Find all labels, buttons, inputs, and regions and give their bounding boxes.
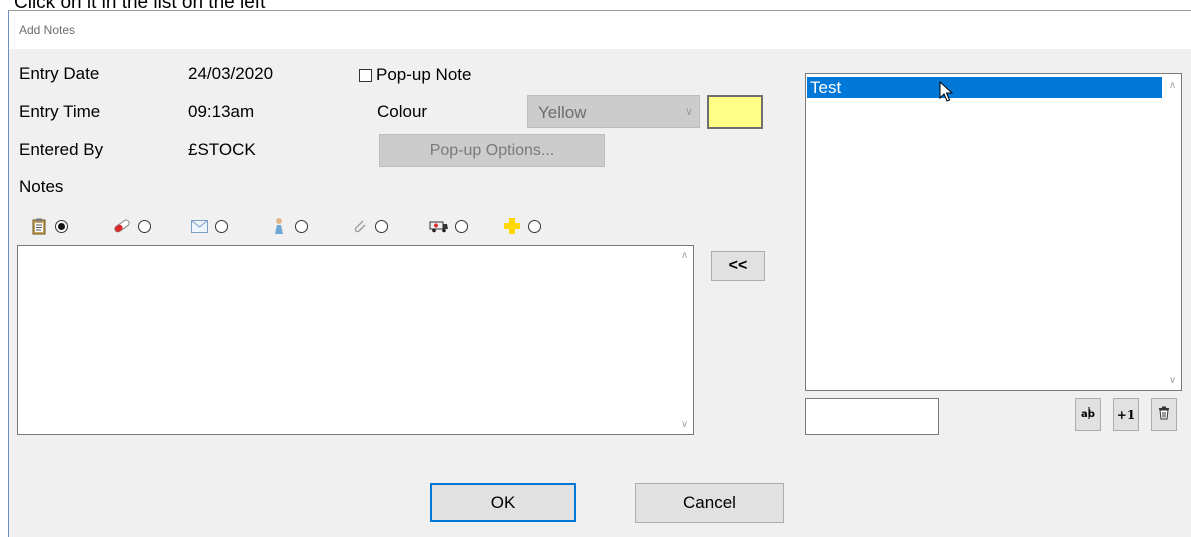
- ok-button[interactable]: OK: [430, 483, 576, 522]
- entry-date-value: 24/03/2020: [188, 64, 274, 83]
- entry-time-value: 09:13am: [188, 102, 255, 121]
- scroll-up-icon[interactable]: ∧: [676, 250, 693, 261]
- edit-entry-button[interactable]: ab: [1075, 398, 1101, 431]
- popup-options-button[interactable]: Pop-up Options...: [379, 134, 605, 167]
- list-item[interactable]: Test: [807, 77, 1162, 98]
- colour-select[interactable]: Yellow ∨: [527, 95, 700, 128]
- scroll-down-icon[interactable]: ∨: [676, 419, 693, 430]
- popup-note-checkbox[interactable]: Pop-up Note: [359, 65, 471, 85]
- svg-text:ab: ab: [1081, 409, 1095, 420]
- move-to-notes-button[interactable]: <<: [711, 251, 765, 281]
- trash-icon: [1158, 406, 1170, 423]
- checkbox-box[interactable]: [359, 68, 372, 82]
- category-option-ambulance[interactable]: [429, 217, 468, 235]
- mouse-pointer-icon: [939, 80, 954, 108]
- category-radio[interactable]: [55, 219, 68, 233]
- category-radio[interactable]: [138, 219, 151, 233]
- title-bar[interactable]: Add Notes: [9, 11, 1191, 49]
- cancel-button[interactable]: Cancel: [635, 483, 784, 523]
- category-option-attachment[interactable]: [349, 217, 388, 235]
- category-option-medication[interactable]: [112, 217, 151, 235]
- person-icon: [269, 217, 289, 235]
- colour-swatch: [707, 95, 763, 129]
- colour-select-value: Yellow: [538, 103, 587, 122]
- category-radio[interactable]: [375, 219, 388, 233]
- notes-label: Notes: [19, 177, 64, 196]
- pill-icon: [112, 217, 132, 235]
- category-radio[interactable]: [528, 219, 541, 233]
- category-radio[interactable]: [215, 219, 228, 233]
- colour-label: Colour: [377, 102, 428, 121]
- chevron-down-icon: ∨: [684, 106, 693, 118]
- paperclip-icon: [349, 217, 369, 235]
- notes-scrollbar[interactable]: ∧ ∨: [676, 246, 693, 434]
- category-radio[interactable]: [455, 219, 468, 233]
- edit-text-icon: ab: [1081, 406, 1095, 423]
- yellow-cross-icon: [502, 217, 522, 235]
- scroll-up-icon[interactable]: ∧: [1164, 80, 1181, 91]
- add-entry-button[interactable]: +1: [1113, 398, 1139, 431]
- add-notes-dialog: Add Notes Entry Date 24/03/2020 Entry Ti…: [8, 10, 1191, 537]
- category-option-person[interactable]: [269, 217, 308, 235]
- entry-date-label: Entry Date: [19, 64, 100, 83]
- category-option-mail[interactable]: [189, 217, 228, 235]
- window-title: Add Notes: [19, 23, 76, 37]
- popup-note-label: Pop-up Note: [376, 65, 472, 84]
- entered-by-value: £STOCK: [188, 140, 256, 159]
- notes-textarea[interactable]: ∧ ∨: [17, 245, 694, 435]
- delete-entry-button[interactable]: [1151, 398, 1177, 431]
- scroll-down-icon[interactable]: ∨: [1164, 375, 1181, 386]
- category-option-clipboard[interactable]: [29, 217, 68, 235]
- ambulance-icon: [429, 217, 449, 235]
- saved-notes-list[interactable]: Test ∧ ∨: [805, 73, 1182, 391]
- list-scrollbar[interactable]: ∧ ∨: [1164, 74, 1181, 390]
- category-radio[interactable]: [295, 219, 308, 233]
- entry-time-label: Entry Time: [19, 102, 101, 121]
- new-list-entry-input[interactable]: [805, 398, 939, 435]
- category-option-first-aid[interactable]: [502, 217, 541, 235]
- envelope-icon: [189, 217, 209, 235]
- clipboard-icon: [29, 217, 49, 235]
- entered-by-label: Entered By: [19, 140, 104, 159]
